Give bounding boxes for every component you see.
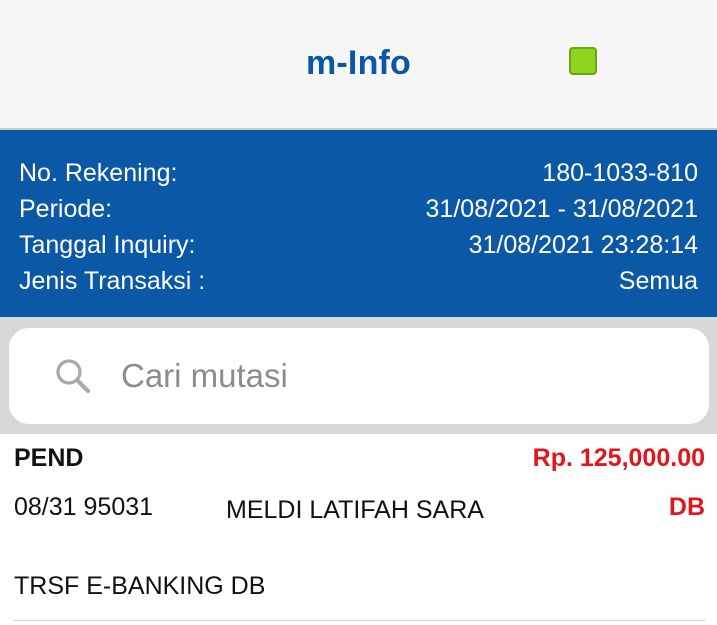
inquiry-date-label: Tanggal Inquiry: <box>19 230 196 259</box>
account-number-row: No. Rekening: 180-1033-810 <box>19 155 698 191</box>
account-number-value: 180-1033-810 <box>542 158 698 187</box>
search-input[interactable] <box>121 357 641 395</box>
transaction-type: DB <box>668 493 705 521</box>
status-indicator <box>569 47 597 75</box>
account-number-label: No. Rekening: <box>19 158 178 187</box>
search-icon <box>53 356 93 396</box>
app-header: m-Info <box>0 0 717 130</box>
transaction-type-value: Semua <box>618 266 698 295</box>
inquiry-date-value: 31/08/2021 23:28:14 <box>468 230 698 259</box>
transaction-type-label: Jenis Transaksi : <box>19 266 206 295</box>
divider <box>14 620 705 621</box>
period-label: Periode: <box>19 194 113 223</box>
transaction-amount: Rp. 125,000.00 <box>532 443 705 472</box>
period-value: 31/08/2021 - 31/08/2021 <box>425 194 698 223</box>
search-bar[interactable] <box>9 328 709 424</box>
inquiry-date-row: Tanggal Inquiry: 31/08/2021 23:28:14 <box>19 227 698 263</box>
transaction-status: PEND <box>14 443 84 472</box>
transaction-details: 08/31 95031 MELDI LATIFAH SARA DB <box>14 493 705 559</box>
transaction-header: PEND Rp. 125,000.00 <box>14 440 705 476</box>
account-info-panel: No. Rekening: 180-1033-810 Periode: 31/0… <box>0 130 717 317</box>
transaction-item[interactable]: PEND Rp. 125,000.00 08/31 95031 MELDI LA… <box>0 434 717 625</box>
transaction-name: MELDI LATIFAH SARA <box>226 496 484 524</box>
transaction-description: TRSF E-BANKING DB <box>14 572 266 600</box>
search-bar-container <box>0 317 717 434</box>
transaction-type-row: Jenis Transaksi : Semua <box>19 263 698 299</box>
page-title: m-Info <box>305 44 412 82</box>
period-row: Periode: 31/08/2021 - 31/08/2021 <box>19 191 698 227</box>
